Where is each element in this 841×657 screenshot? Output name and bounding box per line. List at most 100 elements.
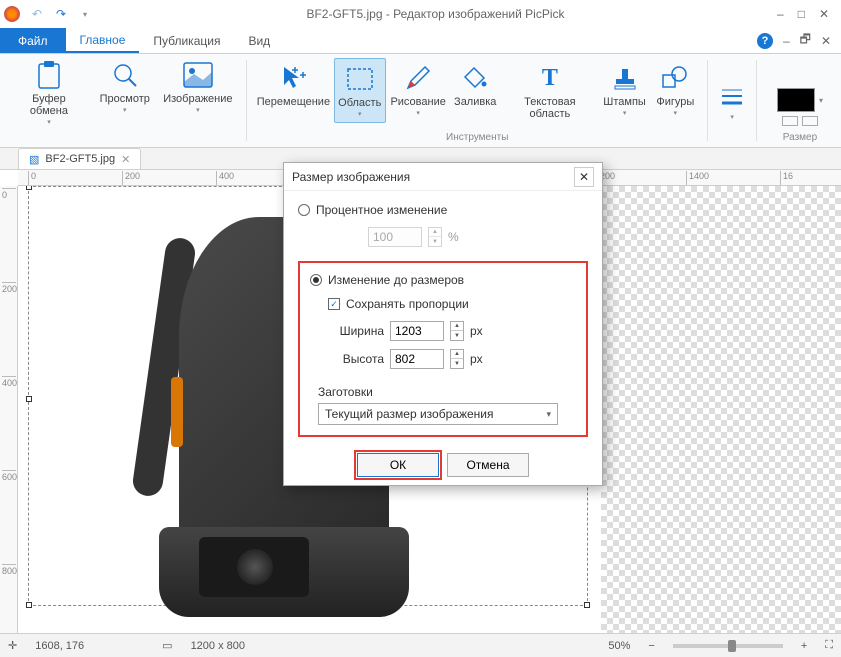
stamp-tool[interactable]: Штампы ▾ <box>600 58 649 121</box>
zoom-out-button[interactable]: − <box>648 640 654 652</box>
stamp-icon <box>609 62 641 94</box>
presets-select[interactable]: Текущий размер изображения ▾ <box>318 403 558 425</box>
height-input[interactable] <box>390 349 444 369</box>
view-button[interactable]: Просмотр ▾ <box>94 55 156 118</box>
brush-icon <box>402 62 434 94</box>
tools-group-label: Инструменты <box>446 130 508 145</box>
chevron-down-icon: ▾ <box>546 409 551 420</box>
percent-mode-label: Процентное изменение <box>316 203 447 217</box>
maximize-button[interactable]: □ <box>798 7 805 21</box>
dimensions-icon: ▭ <box>162 639 172 652</box>
resize-handle[interactable] <box>26 602 32 608</box>
radio-icon <box>298 204 310 216</box>
height-spinner[interactable]: ▲▼ <box>450 349 464 369</box>
tab-publish[interactable]: Публикация <box>139 28 234 53</box>
zoom-slider[interactable] <box>673 644 783 648</box>
help-button[interactable]: ? <box>757 33 773 49</box>
app-logo <box>4 6 20 22</box>
resize-handle[interactable] <box>26 396 32 402</box>
magnifier-icon <box>109 59 141 91</box>
radio-icon <box>310 274 322 286</box>
selection-tool[interactable]: Область ▾ <box>334 58 386 123</box>
document-tab-label: BF2-GFT5.jpg <box>45 153 115 165</box>
chevron-down-icon: ▾ <box>416 109 420 117</box>
zoom-in-button[interactable]: + <box>801 640 807 652</box>
titlebar: ↶ ↷ ▾ BF2-GFT5.jpg - Редактор изображени… <box>0 0 841 28</box>
close-button[interactable]: ✕ <box>819 7 829 21</box>
move-label: Перемещение <box>257 96 330 108</box>
ribbon-minimize-button[interactable]: – <box>783 34 790 48</box>
fill-tool[interactable]: Заливка <box>451 58 500 112</box>
image-dimensions: 1200 x 800 <box>191 640 245 652</box>
chevron-down-icon: ▾ <box>623 109 627 117</box>
preset-selected-value: Текущий размер изображения <box>325 407 493 421</box>
highlighted-section: Изменение до размеров ✓ Сохранять пропор… <box>298 261 588 437</box>
cursor-position: 1608, 176 <box>35 640 84 652</box>
percent-input[interactable] <box>368 227 422 247</box>
statusbar: ✛ 1608, 176 ▭ 1200 x 800 50% − + ⛶ <box>0 633 841 657</box>
line-icon <box>716 80 748 112</box>
shapes-label: Фигуры <box>656 96 694 108</box>
cursor-pos-icon: ✛ <box>8 639 17 652</box>
percent-spinner[interactable]: ▲▼ <box>428 227 442 247</box>
chevron-down-icon: ▾ <box>358 110 362 118</box>
size-panel[interactable]: ▾ <box>765 84 835 130</box>
minimize-button[interactable]: – <box>777 7 784 21</box>
width-label: Ширина <box>332 324 384 338</box>
slider-thumb[interactable] <box>728 640 736 652</box>
undo-button[interactable]: ↶ <box>28 5 46 23</box>
stamp-label: Штампы <box>603 96 646 108</box>
view-label: Просмотр <box>100 93 150 105</box>
move-tool[interactable]: Перемещение <box>255 58 332 112</box>
line-style-button[interactable]: ▾ <box>710 54 754 147</box>
window-title: BF2-GFT5.jpg - Редактор изображений PicP… <box>94 7 777 21</box>
chevron-down-icon: ▾ <box>47 118 51 126</box>
dialog-close-button[interactable]: ✕ <box>574 167 594 187</box>
ribbon-restore-button[interactable]: 🗗 <box>800 30 811 51</box>
text-label: Текстовая область <box>508 96 592 120</box>
close-tab-button[interactable]: ✕ <box>121 153 130 166</box>
clipboard-icon <box>33 59 65 91</box>
ribbon-tabs: Файл Главное Публикация Вид ? – 🗗 ✕ <box>0 28 841 54</box>
color-swatch[interactable] <box>777 88 815 112</box>
percent-mode-radio[interactable]: Процентное изменение <box>298 203 588 217</box>
text-tool[interactable]: T Текстовая область <box>502 58 598 124</box>
file-tab[interactable]: Файл <box>0 28 66 53</box>
keep-ratio-label: Сохранять пропорции <box>346 297 469 311</box>
ruler-vertical: 0 200 400 600 800 <box>0 186 18 633</box>
selection-label: Область <box>338 97 381 109</box>
size-mode-radio[interactable]: Изменение до размеров <box>310 273 576 287</box>
clipboard-button[interactable]: Буфер обмена ▾ <box>6 55 92 130</box>
tab-main[interactable]: Главное <box>66 28 140 53</box>
draw-label: Рисование <box>390 96 445 108</box>
chevron-down-icon: ▾ <box>123 106 127 114</box>
checkerboard-bg <box>601 186 841 633</box>
image-label: Изображение <box>163 93 232 105</box>
image-size-dialog: Размер изображения ✕ Процентное изменени… <box>283 162 603 486</box>
width-spinner[interactable]: ▲▼ <box>450 321 464 341</box>
document-tab[interactable]: ▧ BF2-GFT5.jpg ✕ <box>18 148 141 169</box>
size-preset[interactable] <box>802 116 818 126</box>
presets-label: Заготовки <box>318 385 576 399</box>
height-label: Высота <box>332 352 384 366</box>
size-preset[interactable] <box>782 116 798 126</box>
dialog-title: Размер изображения <box>292 170 410 184</box>
image-button[interactable]: Изображение ▾ <box>158 55 239 118</box>
shapes-tool[interactable]: Фигуры ▾ <box>651 58 699 121</box>
shapes-icon <box>659 62 691 94</box>
image-icon <box>182 59 214 91</box>
tab-view[interactable]: Вид <box>234 28 284 53</box>
keep-ratio-checkbox[interactable]: ✓ Сохранять пропорции <box>328 297 576 311</box>
resize-handle[interactable] <box>584 602 590 608</box>
width-input[interactable] <box>390 321 444 341</box>
ok-button[interactable]: ОК <box>357 453 439 477</box>
redo-button[interactable]: ↷ <box>52 5 70 23</box>
ribbon-close-button[interactable]: ✕ <box>821 34 831 48</box>
draw-tool[interactable]: Рисование ▾ <box>388 58 449 121</box>
resize-handle[interactable] <box>26 186 32 190</box>
qat-dropdown[interactable]: ▾ <box>76 5 94 23</box>
fit-button[interactable]: ⛶ <box>825 639 833 652</box>
zoom-value: 50% <box>608 640 630 652</box>
bucket-icon <box>459 62 491 94</box>
cancel-button[interactable]: Отмена <box>447 453 529 477</box>
